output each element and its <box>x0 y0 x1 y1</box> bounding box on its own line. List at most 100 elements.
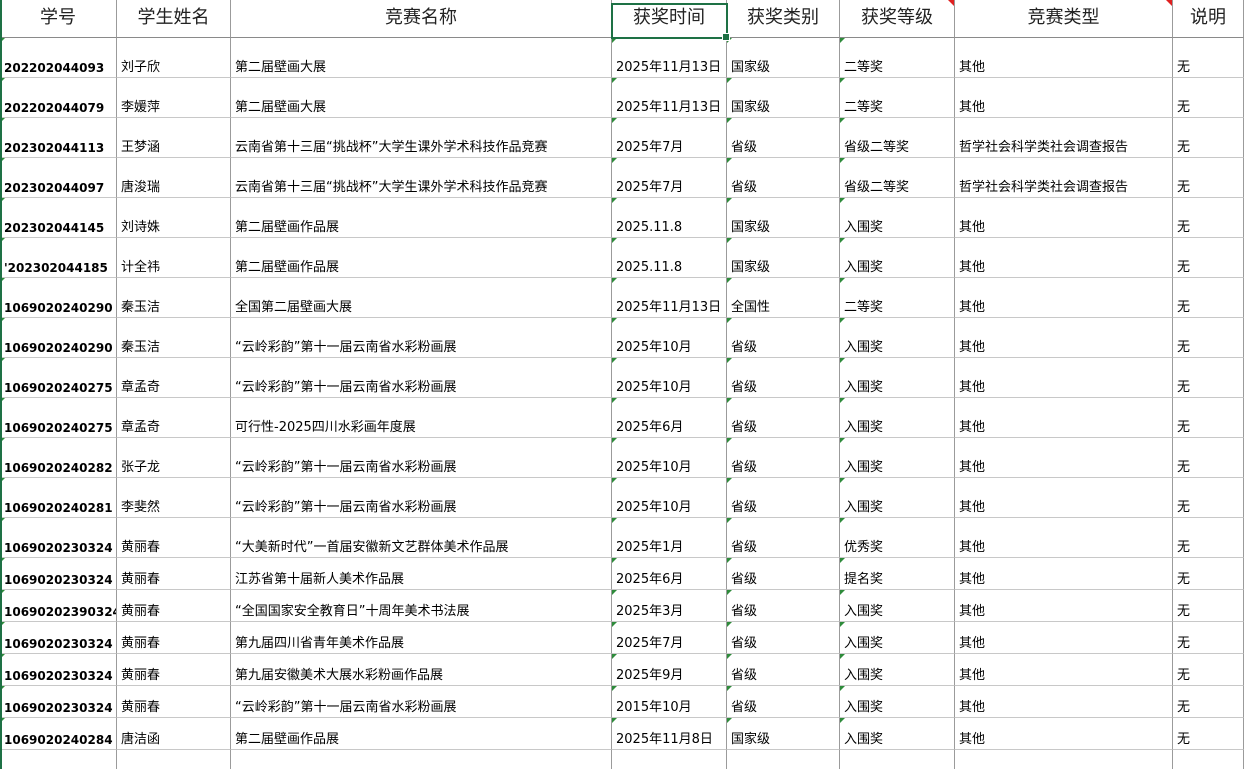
header-award-category[interactable]: 获奖类别 <box>727 0 840 38</box>
cell-student-id[interactable]: 1069020230324 <box>0 558 117 590</box>
cell-competition-type[interactable]: 其他 <box>955 358 1173 398</box>
cell-award-level[interactable]: 入围奖 <box>840 478 955 518</box>
cell-award-level[interactable]: 入围奖 <box>840 358 955 398</box>
cell-remark[interactable]: 无 <box>1173 238 1244 278</box>
cell-student-name[interactable]: 唐洁函 <box>117 718 231 750</box>
cell-remark[interactable]: 无 <box>1173 278 1244 318</box>
cell-student-name[interactable]: 黄丽春 <box>117 590 231 622</box>
cell-student-name[interactable]: 王梦涵 <box>117 118 231 158</box>
cell-competition-name[interactable]: 第二届壁画作品展 <box>231 238 612 278</box>
cell-competition-name[interactable]: 第二届壁画作品展 <box>231 198 612 238</box>
cell-student-id[interactable]: '202302044185 <box>0 238 117 278</box>
cell-competition-type[interactable]: 其他 <box>955 238 1173 278</box>
cell-competition-type[interactable]: 其他 <box>955 518 1173 558</box>
cell-competition-type[interactable]: 其他 <box>955 278 1173 318</box>
cell-competition-name[interactable]: 云南省第十三届“挑战杯”大学生课外学术科技作品竞赛 <box>231 158 612 198</box>
cell-award-category[interactable]: 省级 <box>727 590 840 622</box>
cell-award-level[interactable]: 省级二等奖 <box>840 118 955 158</box>
cell-student-name[interactable]: 计全祎 <box>117 238 231 278</box>
cell-student-id[interactable]: 1069020240282 <box>0 438 117 478</box>
cell-award-level[interactable]: 入围奖 <box>840 718 955 750</box>
cell-award-category[interactable]: 国家级 <box>727 718 840 750</box>
cell-competition-type[interactable]: 其他 <box>955 718 1173 750</box>
cell-competition-type[interactable]: 其他 <box>955 558 1173 590</box>
cell-award-category[interactable]: 省级 <box>727 398 840 438</box>
cell-award-category[interactable]: 国家级 <box>727 198 840 238</box>
cell-competition-name[interactable]: “云岭彩韵”第十一届云南省水彩粉画展 <box>231 358 612 398</box>
empty-cell[interactable] <box>727 750 840 769</box>
cell-award-level[interactable]: 入围奖 <box>840 198 955 238</box>
cell-award-level[interactable]: 入围奖 <box>840 318 955 358</box>
cell-remark[interactable]: 无 <box>1173 158 1244 198</box>
cell-student-name[interactable]: 刘子欣 <box>117 38 231 78</box>
cell-award-level[interactable]: 入围奖 <box>840 686 955 718</box>
header-award-date[interactable]: 获奖时间 <box>612 0 727 38</box>
cell-competition-type[interactable]: 其他 <box>955 398 1173 438</box>
empty-cell[interactable] <box>0 750 117 769</box>
cell-award-date[interactable]: 2025年11月13日 <box>612 78 727 118</box>
cell-student-id[interactable]: 202202044093 <box>0 38 117 78</box>
cell-competition-name[interactable]: 第九届安徽美术大展水彩粉画作品展 <box>231 654 612 686</box>
cell-student-name[interactable]: 张子龙 <box>117 438 231 478</box>
cell-award-level[interactable]: 优秀奖 <box>840 518 955 558</box>
cell-student-name[interactable]: 秦玉洁 <box>117 318 231 358</box>
cell-award-date[interactable]: 2025年11月8日 <box>612 718 727 750</box>
empty-cell[interactable] <box>840 750 955 769</box>
header-award-level[interactable]: 获奖等级 <box>840 0 955 38</box>
cell-award-category[interactable]: 省级 <box>727 358 840 398</box>
cell-award-category[interactable]: 省级 <box>727 558 840 590</box>
header-competition-type[interactable]: 竞赛类型 <box>955 0 1173 38</box>
cell-student-id[interactable]: 1069020230324 <box>0 518 117 558</box>
cell-competition-type[interactable]: 其他 <box>955 318 1173 358</box>
cell-remark[interactable]: 无 <box>1173 518 1244 558</box>
cell-competition-name[interactable]: 可行性-2025四川水彩画年度展 <box>231 398 612 438</box>
header-remark[interactable]: 说明 <box>1173 0 1244 38</box>
cell-award-date[interactable]: 2025年9月 <box>612 654 727 686</box>
cell-student-id[interactable]: 1069020240290 <box>0 318 117 358</box>
cell-student-name[interactable]: 黄丽春 <box>117 558 231 590</box>
cell-remark[interactable]: 无 <box>1173 438 1244 478</box>
cell-competition-type[interactable]: 哲学社会科学类社会调查报告 <box>955 158 1173 198</box>
cell-award-level[interactable]: 入围奖 <box>840 622 955 654</box>
header-student-name[interactable]: 学生姓名 <box>117 0 231 38</box>
cell-student-id[interactable]: 1069020240290 <box>0 278 117 318</box>
cell-award-category[interactable]: 全国性 <box>727 278 840 318</box>
cell-student-name[interactable]: 黄丽春 <box>117 622 231 654</box>
cell-student-name[interactable]: 黄丽春 <box>117 518 231 558</box>
cell-award-level[interactable]: 入围奖 <box>840 398 955 438</box>
cell-competition-type[interactable]: 其他 <box>955 438 1173 478</box>
cell-remark[interactable]: 无 <box>1173 398 1244 438</box>
empty-cell[interactable] <box>612 750 727 769</box>
cell-remark[interactable]: 无 <box>1173 358 1244 398</box>
cell-student-name[interactable]: 章孟奇 <box>117 398 231 438</box>
cell-student-name[interactable]: 章孟奇 <box>117 358 231 398</box>
cell-award-date[interactable]: 2025年10月 <box>612 478 727 518</box>
cell-competition-name[interactable]: “大美新时代”一首届安徽新文艺群体美术作品展 <box>231 518 612 558</box>
cell-remark[interactable]: 无 <box>1173 318 1244 358</box>
cell-student-name[interactable]: 李斐然 <box>117 478 231 518</box>
cell-competition-name[interactable]: “云岭彩韵”第十一届云南省水彩粉画展 <box>231 438 612 478</box>
cell-student-name[interactable]: 唐浚瑞 <box>117 158 231 198</box>
cell-student-id[interactable]: 202302044097 <box>0 158 117 198</box>
empty-cell[interactable] <box>955 750 1173 769</box>
cell-student-id[interactable]: 1069020240284 <box>0 718 117 750</box>
empty-cell[interactable] <box>117 750 231 769</box>
cell-competition-type[interactable]: 其他 <box>955 478 1173 518</box>
cell-award-date[interactable]: 2025年10月 <box>612 358 727 398</box>
cell-competition-type[interactable]: 其他 <box>955 686 1173 718</box>
empty-cell[interactable] <box>1173 750 1244 769</box>
cell-competition-name[interactable]: 全国第二届壁画大展 <box>231 278 612 318</box>
cell-student-id[interactable]: 1069020230324 <box>0 622 117 654</box>
cell-student-id[interactable]: 1069020240275 <box>0 398 117 438</box>
cell-award-date[interactable]: 2025年10月 <box>612 318 727 358</box>
cell-award-date[interactable]: 2025年10月 <box>612 438 727 478</box>
cell-award-category[interactable]: 省级 <box>727 518 840 558</box>
cell-competition-type[interactable]: 其他 <box>955 38 1173 78</box>
cell-competition-type[interactable]: 其他 <box>955 590 1173 622</box>
cell-competition-type[interactable]: 其他 <box>955 198 1173 238</box>
header-student-id[interactable]: 学号 <box>0 0 117 38</box>
cell-award-category[interactable]: 省级 <box>727 654 840 686</box>
cell-award-date[interactable]: 2025年11月13日 <box>612 38 727 78</box>
cell-competition-name[interactable]: “云岭彩韵”第十一届云南省水彩粉画展 <box>231 318 612 358</box>
cell-award-level[interactable]: 省级二等奖 <box>840 158 955 198</box>
